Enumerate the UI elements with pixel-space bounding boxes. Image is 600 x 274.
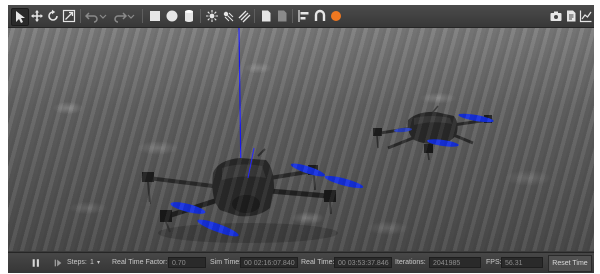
toolbar-separator [200, 9, 201, 23]
reset-time-button[interactable]: Reset Time [548, 255, 592, 272]
translate-icon[interactable] [29, 8, 45, 24]
rtf-field: 0.70 [168, 257, 206, 268]
3d-viewport[interactable] [8, 28, 594, 251]
screenshot-icon[interactable] [548, 8, 564, 24]
rtf-label: Real Time Factor: [112, 259, 168, 266]
copy-icon[interactable] [258, 8, 274, 24]
status-bar: Steps: 1 ▾ Real Time Factor: 0.70 Sim Ti… [8, 252, 594, 273]
fps-field: 56.31 [501, 257, 543, 268]
box-shape-icon[interactable] [147, 8, 163, 24]
iterations-label: Iterations: [395, 259, 426, 266]
point-light-icon[interactable] [204, 8, 220, 24]
step-icon [54, 259, 62, 267]
align-icon[interactable] [296, 8, 312, 24]
directional-light-icon[interactable] [236, 8, 252, 24]
pause-button[interactable] [30, 257, 42, 269]
sim-time-field: 00 02:16:07.840 [240, 257, 298, 268]
fps-label: FPS: [486, 259, 502, 266]
pause-icon [32, 259, 39, 267]
toolbar-separator [254, 9, 255, 23]
steps-spinner-icon[interactable]: ▾ [97, 259, 100, 266]
iterations-field: 2041985 [429, 257, 481, 268]
toolbar-separator [142, 9, 143, 23]
steps-label: Steps: [67, 259, 87, 266]
gazebo-window: Steps: 1 ▾ Real Time Factor: 0.70 Sim Ti… [8, 5, 594, 273]
undo-dropdown-icon[interactable] [98, 8, 108, 24]
plot-icon[interactable] [578, 8, 594, 24]
scene-render [141, 28, 494, 243]
steps-value[interactable]: 1 [90, 259, 94, 266]
scale-icon[interactable] [61, 8, 77, 24]
record-icon[interactable] [328, 8, 344, 24]
toolbar [8, 5, 594, 28]
sim-time-label: Sim Time: [210, 259, 242, 266]
rotate-icon[interactable] [45, 8, 61, 24]
real-time-label: Real Time: [301, 259, 335, 266]
arrow-select-icon[interactable] [11, 8, 29, 26]
drone-shadow [158, 223, 338, 243]
log-icon[interactable] [563, 8, 579, 24]
toolbar-separator [80, 9, 81, 23]
redo-dropdown-icon[interactable] [126, 8, 136, 24]
spot-light-icon[interactable] [220, 8, 236, 24]
toolbar-separator [292, 9, 293, 23]
real-time-field: 00 03:53:37.846 [334, 257, 392, 268]
drone-far [373, 105, 494, 161]
z-axis-line [238, 28, 242, 179]
cylinder-shape-icon[interactable] [181, 8, 197, 24]
step-button[interactable] [52, 257, 64, 269]
sphere-shape-icon[interactable] [164, 8, 180, 24]
snap-icon[interactable] [312, 8, 328, 24]
paste-icon[interactable] [274, 8, 290, 24]
